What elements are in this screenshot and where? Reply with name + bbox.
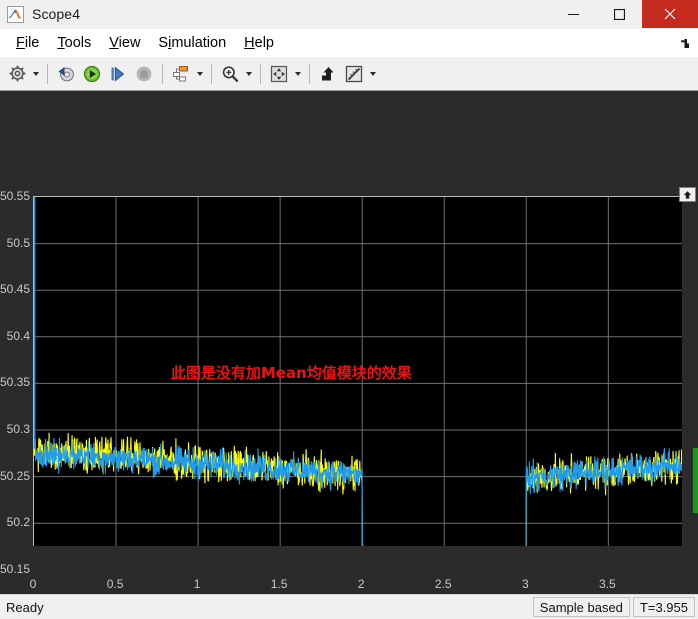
scroll-up-icon [683, 190, 692, 199]
configuration-properties-button[interactable] [4, 61, 30, 87]
window-title: Scope4 [32, 6, 81, 22]
scope-window: Scope4 File Tools View Simulation Help 5… [0, 0, 698, 619]
menu-bar: File Tools View Simulation Help [0, 29, 698, 57]
arrows-expand-icon [266, 62, 292, 86]
edge-marker [693, 447, 698, 513]
y-axis-labels: 50.0550.150.1550.250.2550.350.3550.450.4… [0, 91, 33, 594]
menu-view[interactable]: View [100, 32, 149, 54]
x-axis-labels: 0 0.5 1 1.5 2 2.5 3 3.5 [0, 572, 698, 594]
scroll-up-button[interactable] [679, 187, 696, 202]
status-sample-mode: Sample based [532, 597, 630, 617]
cursor-measurements-button[interactable] [315, 61, 341, 87]
rewind-icon [53, 62, 79, 86]
scope-display: 50.0550.150.1550.250.2550.350.3550.450.4… [0, 91, 698, 594]
x-tick-label: 2 [357, 577, 365, 591]
separator-2 [162, 63, 163, 84]
separator-5 [309, 63, 310, 84]
menu-help[interactable]: Help [235, 32, 283, 54]
run-button[interactable] [79, 61, 105, 87]
status-bar: Ready Sample based T=3.955 [0, 594, 698, 619]
magnifier-plus-icon [217, 62, 243, 86]
y-tick-label: 50.45 [0, 282, 30, 297]
maximize-button[interactable] [596, 0, 642, 28]
signal-selection-dropdown[interactable] [194, 62, 206, 86]
gear-icon [4, 62, 30, 86]
y-tick-label: 50.35 [0, 375, 30, 390]
layout-blocks-icon [168, 62, 194, 86]
minimize-button[interactable] [550, 0, 596, 28]
y-tick-label: 50.55 [0, 189, 30, 203]
x-tick-label: 3.5 [598, 577, 616, 591]
signal-selection-button[interactable] [168, 61, 194, 87]
close-button[interactable] [642, 0, 698, 28]
matlab-scope-icon [7, 5, 24, 23]
title-bar: Scope4 [0, 0, 698, 29]
undock-arrow-icon[interactable] [676, 37, 690, 50]
x-tick-label: 0 [29, 577, 37, 591]
separator-3 [211, 63, 212, 84]
status-text: Ready [6, 599, 44, 615]
menu-simulation[interactable]: Simulation [149, 32, 235, 54]
y-tick-label: 50.2 [6, 515, 30, 530]
step-forward-button[interactable] [105, 61, 131, 87]
menu-file[interactable]: File [7, 32, 48, 54]
separator-4 [260, 63, 261, 84]
zoom-in-button[interactable] [217, 61, 243, 87]
x-tick-label: 2.5 [434, 577, 452, 591]
configuration-properties-dropdown[interactable] [30, 62, 42, 86]
play-icon [79, 62, 105, 86]
x-tick-label: 0.5 [106, 577, 124, 591]
run-back-to-start-button[interactable] [53, 61, 79, 87]
x-tick-label: 1 [193, 577, 201, 591]
separator-1 [47, 63, 48, 84]
y-tick-label: 50.4 [6, 328, 30, 343]
x-tick-label: 1.5 [270, 577, 288, 591]
fit-to-view-button[interactable] [266, 61, 292, 87]
y-tick-label: 50.3 [6, 422, 30, 436]
status-time: T=3.955 [632, 597, 695, 617]
measurements-button[interactable] [341, 61, 367, 87]
y-tick-label: 50.5 [6, 235, 30, 250]
toolbar [0, 57, 698, 91]
stop-icon [131, 62, 157, 86]
x-tick-label: 3 [521, 577, 529, 591]
zoom-in-dropdown[interactable] [243, 62, 255, 86]
stop-button[interactable] [131, 61, 157, 87]
signal-arrow-icon [315, 62, 341, 86]
fit-to-view-dropdown[interactable] [292, 62, 304, 86]
step-forward-icon [105, 62, 131, 86]
plot-annotation: 此图是没有加Mean均值模块的效果 [170, 363, 412, 382]
ruler-icon [341, 62, 367, 86]
measurements-dropdown[interactable] [367, 62, 379, 86]
y-tick-label: 50.25 [0, 468, 30, 483]
menu-tools[interactable]: Tools [48, 32, 100, 54]
window-controls [550, 0, 698, 28]
